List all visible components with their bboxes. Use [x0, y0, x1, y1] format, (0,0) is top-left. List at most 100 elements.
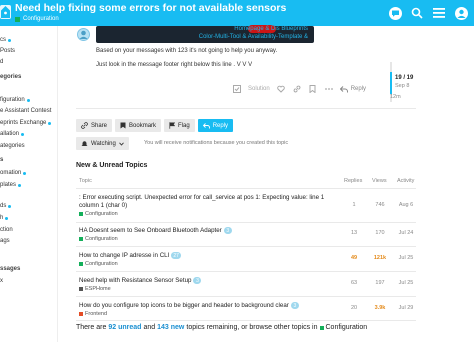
reply-count: 49	[350, 255, 358, 261]
category-color-swatch	[79, 212, 83, 216]
share-label: Share	[91, 122, 108, 129]
sidebar-item-label: plates	[0, 182, 17, 188]
sidebar-item[interactable]: x	[0, 278, 3, 284]
category-label: Configuration	[23, 16, 59, 22]
topic-category[interactable]: Configuration	[79, 236, 118, 242]
home-assistant-logo[interactable]	[0, 5, 11, 19]
post-author-avatar[interactable]	[77, 28, 90, 41]
unread-topics-link[interactable]: 92 unread	[108, 324, 141, 331]
reply-arrow-icon	[339, 85, 348, 92]
column-views[interactable]: Views	[372, 178, 387, 184]
topic-link[interactable]: Need help with Resistance Sensor Setup 3	[79, 277, 202, 284]
sidebar-section-messages[interactable]: ssages	[0, 266, 20, 272]
topic-category[interactable]: Configuration	[15, 16, 59, 22]
sidebar-item[interactable]: h	[0, 215, 9, 221]
heart-icon[interactable]	[276, 84, 286, 94]
unread-count-badge[interactable]: 3	[193, 277, 202, 284]
user-avatar-icon[interactable]	[454, 6, 468, 20]
bookmark-label: Bookmark	[129, 122, 157, 129]
activity-date[interactable]: Jul 29	[394, 305, 418, 311]
sidebar-item[interactable]: ategories	[0, 143, 25, 149]
topic-title-text: How to change IP adresse in CLI	[79, 252, 170, 259]
sidebar-item[interactable]: eprints Exchange	[0, 120, 52, 126]
table-row[interactable]: : Error executing script. Unexpected err…	[76, 194, 416, 224]
topic-category[interactable]: Configuration	[79, 211, 118, 217]
topic-link[interactable]: : Error executing script. Unexpected err…	[79, 194, 324, 201]
sidebar-item-label: omation	[0, 170, 22, 176]
chevron-down-icon	[118, 141, 124, 146]
unread-dot-icon	[21, 132, 25, 136]
topic-category[interactable]: Frontend	[79, 311, 107, 317]
sidebar-item[interactable]: ction	[0, 227, 13, 233]
table-row[interactable]: How do you configure top icons to be big…	[76, 302, 416, 326]
reply-button[interactable]: Reply	[197, 119, 234, 132]
sidebar-item-label: e Assistant Contest	[0, 108, 52, 114]
flag-icon	[169, 122, 176, 129]
share-button[interactable]: Share	[76, 119, 113, 132]
chat-icon[interactable]	[389, 6, 402, 20]
activity-date[interactable]: Jul 25	[394, 280, 418, 286]
bookmark-icon[interactable]	[308, 84, 318, 94]
table-row[interactable]: Need help with Resistance Sensor Setup 3 …	[76, 277, 416, 301]
topic-link[interactable]: column 1 (char 0)	[79, 202, 127, 209]
sidebar-item[interactable]: Posts	[0, 48, 15, 54]
topic-title-text: HA Doesnt seem to See Onboard Bluetooth …	[79, 227, 222, 234]
topic-title[interactable]: Need help fixing some errors for not ava…	[15, 2, 286, 14]
banner-links-line2[interactable]: Color-Multi-Tool & Availability-Template…	[199, 34, 308, 40]
bookmark-button[interactable]: Bookmark	[115, 119, 162, 132]
table-row[interactable]: HA Doesnt seem to See Onboard Bluetooth …	[76, 227, 416, 251]
category-color-swatch	[15, 16, 20, 22]
more-topics-message: There are 92 unread and 143 new topics r…	[76, 324, 367, 331]
link-icon[interactable]	[292, 84, 302, 94]
sidebar-item-label: ds	[0, 203, 7, 209]
column-activity[interactable]: Activity	[397, 178, 414, 184]
column-topic[interactable]: Topic	[79, 178, 92, 184]
topic-link[interactable]: HA Doesnt seem to See Onboard Bluetooth …	[79, 227, 232, 234]
sidebar-section-tags[interactable]: s	[0, 157, 3, 163]
sidebar-item[interactable]: omation	[0, 170, 27, 176]
activity-date[interactable]: Jul 25	[394, 255, 418, 261]
sidebar-item[interactable]: d	[0, 59, 3, 65]
timeline-handle[interactable]	[390, 72, 392, 94]
activity-date[interactable]: Jul 24	[394, 230, 418, 236]
sidebar-item[interactable]: ags	[0, 238, 10, 244]
checkbox-icon[interactable]	[232, 84, 242, 94]
unread-dot-icon	[5, 216, 9, 220]
notification-level-label: Watching	[91, 140, 116, 147]
search-icon[interactable]	[410, 6, 424, 20]
sidebar-section-categories[interactable]: egories	[0, 74, 21, 80]
link-icon	[81, 122, 88, 129]
browse-category-link[interactable]: Configuration	[326, 324, 368, 331]
more-text: and	[143, 324, 156, 331]
solution-button[interactable]: Solution	[248, 86, 270, 92]
sidebar-item[interactable]: ds	[0, 203, 12, 209]
topic-link[interactable]: How to change IP adresse in CLI 27	[79, 252, 181, 259]
divider	[76, 271, 416, 272]
table-row[interactable]: How to change IP adresse in CLI 27 Config…	[76, 252, 416, 276]
topic-link[interactable]: How do you configure top icons to be big…	[79, 302, 299, 309]
sidebar-item[interactable]: cs	[0, 37, 11, 43]
activity-date[interactable]: Aug 6	[394, 202, 418, 208]
new-topics-link[interactable]: 143 new	[157, 324, 184, 331]
sidebar-item[interactable]: allation	[0, 131, 25, 137]
view-count: 3.9k	[374, 305, 386, 311]
topic-category[interactable]: ESPHome	[79, 286, 111, 292]
banner-links-line1[interactable]: Homepage & Dis Blueprints	[234, 26, 308, 32]
flag-label: Flag	[178, 122, 190, 129]
post-text-line: Based on your messages with 123 it's not…	[96, 48, 278, 54]
post-reply-button[interactable]: Reply	[339, 85, 366, 93]
category-label: Configuration	[85, 236, 118, 242]
sidebar-item[interactable]: plates	[0, 182, 22, 188]
more-options-icon[interactable]	[324, 84, 334, 94]
unread-count-badge[interactable]: 3	[223, 227, 232, 234]
column-replies[interactable]: Replies	[344, 178, 362, 184]
topic-category[interactable]: Configuration	[79, 261, 118, 267]
notification-level-dropdown[interactable]: Watching	[76, 137, 129, 150]
unread-count-badge[interactable]: 27	[171, 252, 181, 259]
reply-count: 20	[350, 305, 358, 311]
unread-count-badge[interactable]: 3	[290, 302, 299, 309]
sidebar-item[interactable]: e Assistant Contest	[0, 108, 51, 114]
sidebar-item-configuration[interactable]: figuration	[0, 97, 30, 103]
hamburger-icon[interactable]	[432, 6, 446, 20]
flag-button[interactable]: Flag	[164, 119, 195, 132]
